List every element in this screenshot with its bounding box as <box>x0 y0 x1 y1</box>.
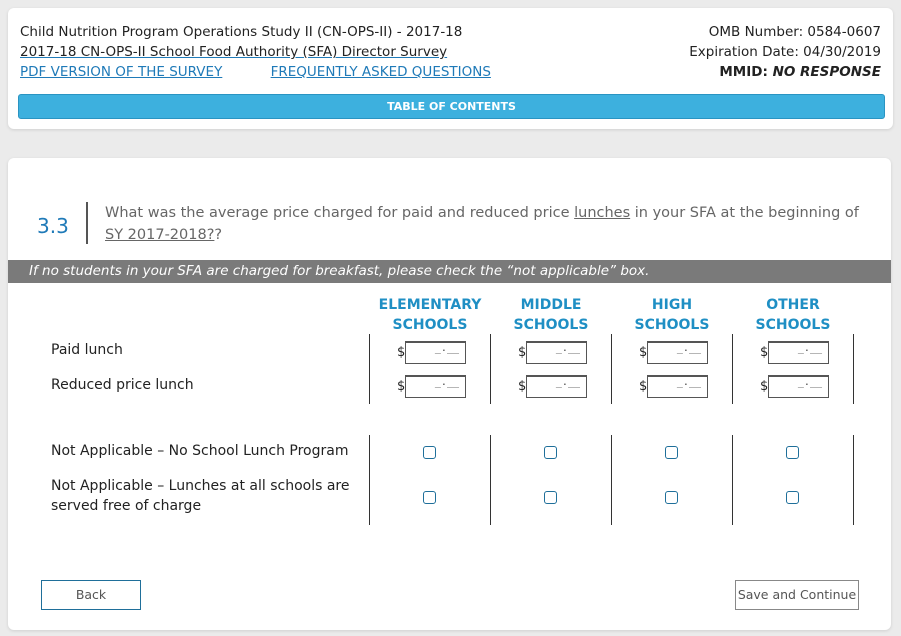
paid-lunch-middle-input[interactable]: _.__ <box>526 341 587 364</box>
column-header-elementary: ELEMENTARY SCHOOLS <box>375 295 485 335</box>
column-divider <box>369 334 370 404</box>
reduced-lunch-middle-input[interactable]: _.__ <box>526 375 587 398</box>
mmid: MMID: NO RESPONSE <box>689 62 881 82</box>
column-divider <box>490 435 491 525</box>
column-header-line: MIDDLE <box>520 297 582 313</box>
reduced-lunch-elementary-input[interactable]: _.__ <box>405 375 466 398</box>
column-header-other: OTHER SCHOOLS <box>738 295 848 335</box>
column-header-line: SCHOOLS <box>513 317 589 333</box>
omb-number: OMB Number: 0584-0607 <box>708 24 881 40</box>
column-header-line: SCHOOLS <box>392 317 468 333</box>
column-divider <box>732 334 733 404</box>
question-card: 3.3 What was the average price charged f… <box>8 158 891 630</box>
column-header-line: ELEMENTARY <box>378 297 482 313</box>
paid-lunch-high-input[interactable]: _.__ <box>647 341 708 364</box>
mmid-label: MMID: <box>719 64 773 80</box>
column-header-line: SCHOOLS <box>755 317 831 333</box>
faq-link[interactable]: FREQUENTLY ASKED QUESTIONS <box>271 64 491 80</box>
question-text-part: ? <box>214 227 223 243</box>
row-label-lunches-served-free: Not Applicable – Lunches at all schools … <box>51 476 350 516</box>
column-divider <box>490 334 491 404</box>
column-divider <box>369 435 370 525</box>
column-divider <box>611 435 612 525</box>
instruction-bar: If no students in your SFA are charged f… <box>8 260 891 283</box>
column-divider <box>732 435 733 525</box>
term-sy-link[interactable]: SY 2017-2018? <box>105 227 214 243</box>
na-no-lunch-middle-checkbox[interactable] <box>544 446 557 459</box>
survey-header-right: OMB Number: 0584-0607 Expiration Date: 0… <box>689 22 881 82</box>
row-label-line: served free of charge <box>51 498 202 514</box>
column-divider <box>853 334 854 404</box>
na-free-lunch-high-checkbox[interactable] <box>665 491 678 504</box>
mmid-value: NO RESPONSE <box>772 64 881 80</box>
na-free-lunch-other-checkbox[interactable] <box>786 491 799 504</box>
study-title: Child Nutrition Program Operations Study… <box>20 24 463 40</box>
header-links: PDF VERSION OF THE SURVEY FREQUENTLY ASK… <box>20 62 535 82</box>
row-label-reduced-price-lunch: Reduced price lunch <box>51 377 194 393</box>
column-divider <box>611 334 612 404</box>
table-of-contents-button[interactable]: TABLE OF CONTENTS <box>18 94 885 119</box>
expiration-date: Expiration Date: 04/30/2019 <box>689 44 881 60</box>
column-divider <box>853 435 854 525</box>
term-lunches-link[interactable]: lunches <box>574 205 630 221</box>
column-header-middle: MIDDLE SCHOOLS <box>496 295 606 335</box>
column-header-line: SCHOOLS <box>634 317 710 333</box>
reduced-lunch-other-input[interactable]: _.__ <box>768 375 829 398</box>
survey-title: 2017-18 CN-OPS-II School Food Authority … <box>20 44 448 60</box>
column-header-line: OTHER <box>766 297 820 313</box>
question-text: What was the average price charged for p… <box>105 202 875 246</box>
row-label-line: Not Applicable – Lunches at all schools … <box>51 478 350 494</box>
save-and-continue-button[interactable]: Save and Continue <box>735 580 859 610</box>
column-header-high: HIGH SCHOOLS <box>617 295 727 335</box>
question-text-part: What was the average price charged for p… <box>105 205 575 221</box>
survey-header-left: Child Nutrition Program Operations Study… <box>20 22 535 82</box>
reduced-lunch-high-input[interactable]: _.__ <box>647 375 708 398</box>
row-label-paid-lunch: Paid lunch <box>51 342 123 358</box>
header-card: Child Nutrition Program Operations Study… <box>8 8 893 129</box>
question-number: 3.3 <box>37 214 69 238</box>
back-button[interactable]: Back <box>41 580 141 610</box>
pdf-version-link[interactable]: PDF VERSION OF THE SURVEY <box>20 64 222 80</box>
question-text-part: in your SFA at the beginning of <box>630 205 859 221</box>
question-divider <box>86 202 88 244</box>
paid-lunch-elementary-input[interactable]: _.__ <box>405 341 466 364</box>
row-label-no-lunch-program: Not Applicable – No School Lunch Program <box>51 443 349 459</box>
column-header-line: HIGH <box>651 297 693 313</box>
na-no-lunch-high-checkbox[interactable] <box>665 446 678 459</box>
na-free-lunch-elementary-checkbox[interactable] <box>423 491 436 504</box>
na-no-lunch-other-checkbox[interactable] <box>786 446 799 459</box>
paid-lunch-other-input[interactable]: _.__ <box>768 341 829 364</box>
na-free-lunch-middle-checkbox[interactable] <box>544 491 557 504</box>
na-no-lunch-elementary-checkbox[interactable] <box>423 446 436 459</box>
